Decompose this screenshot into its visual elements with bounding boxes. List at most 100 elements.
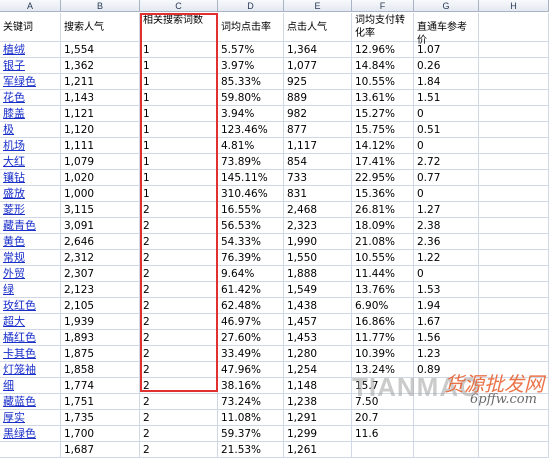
data-cell[interactable]: 2	[140, 394, 218, 410]
data-cell[interactable]	[479, 74, 549, 90]
keyword-cell[interactable]: 外贸	[0, 266, 61, 282]
data-cell[interactable]: 2	[140, 202, 218, 218]
data-cell[interactable]: 12.96%	[352, 42, 414, 58]
data-cell[interactable]: 27.60%	[218, 330, 284, 346]
data-cell[interactable]: 1.53	[414, 282, 479, 298]
keyword-cell[interactable]: 机场	[0, 138, 61, 154]
data-cell[interactable]: 0	[414, 138, 479, 154]
data-cell[interactable]: 0.26	[414, 58, 479, 74]
data-cell[interactable]: 21.53%	[218, 442, 284, 458]
keyword-cell[interactable]: 灯笼袖	[0, 362, 61, 378]
data-cell[interactable]: 1,774	[61, 378, 140, 394]
data-cell[interactable]: 3,115	[61, 202, 140, 218]
data-cell[interactable]: 310.46%	[218, 186, 284, 202]
keyword-cell[interactable]: 玫红色	[0, 298, 61, 314]
data-cell[interactable]: 733	[284, 170, 352, 186]
data-cell[interactable]: 2	[140, 330, 218, 346]
data-cell[interactable]: 3,091	[61, 218, 140, 234]
data-cell[interactable]: 1.27	[414, 202, 479, 218]
data-cell[interactable]: 1	[140, 138, 218, 154]
data-cell[interactable]: 1,148	[284, 378, 352, 394]
data-cell[interactable]: 16.55%	[218, 202, 284, 218]
data-cell[interactable]: 59.37%	[218, 426, 284, 442]
data-cell[interactable]: 10.39%	[352, 346, 414, 362]
data-cell[interactable]: 1	[140, 58, 218, 74]
data-cell[interactable]	[479, 346, 549, 362]
data-cell[interactable]: 145.11%	[218, 170, 284, 186]
header-cell[interactable]: 词均支付转化率	[352, 13, 414, 42]
data-cell[interactable]: 15.75%	[352, 122, 414, 138]
data-cell[interactable]: 0.51	[414, 122, 479, 138]
data-cell[interactable]: 2	[140, 314, 218, 330]
data-cell[interactable]	[479, 218, 549, 234]
data-cell[interactable]: 61.42%	[218, 282, 284, 298]
keyword-cell[interactable]: 常规	[0, 250, 61, 266]
data-cell[interactable]: 0	[414, 186, 479, 202]
data-cell[interactable]: 11.77%	[352, 330, 414, 346]
data-cell[interactable]: 11.44%	[352, 266, 414, 282]
data-cell[interactable]: 1	[140, 42, 218, 58]
data-cell[interactable]: 831	[284, 186, 352, 202]
keyword-cell[interactable]: 军绿色	[0, 74, 61, 90]
data-cell[interactable]: 13.61%	[352, 90, 414, 106]
data-cell[interactable]: 10.55%	[352, 250, 414, 266]
data-cell[interactable]: 1,893	[61, 330, 140, 346]
data-cell[interactable]: 1,554	[61, 42, 140, 58]
data-cell[interactable]: 33.49%	[218, 346, 284, 362]
data-cell[interactable]	[479, 90, 549, 106]
data-cell[interactable]: 2.72	[414, 154, 479, 170]
data-cell[interactable]	[352, 442, 414, 458]
keyword-cell[interactable]: 藏青色	[0, 218, 61, 234]
data-cell[interactable]: 9.64%	[218, 266, 284, 282]
data-cell[interactable]: 1	[140, 170, 218, 186]
data-cell[interactable]: 1,020	[61, 170, 140, 186]
data-cell[interactable]: 854	[284, 154, 352, 170]
data-cell[interactable]: 1,120	[61, 122, 140, 138]
data-cell[interactable]: 2	[140, 218, 218, 234]
data-cell[interactable]: 1,735	[61, 410, 140, 426]
data-cell[interactable]	[479, 138, 549, 154]
header-cell[interactable]: 搜索人气	[61, 13, 140, 42]
data-cell[interactable]: 1,687	[61, 442, 140, 458]
data-cell[interactable]: 877	[284, 122, 352, 138]
data-cell[interactable]: 1,438	[284, 298, 352, 314]
data-cell[interactable]: 2,646	[61, 234, 140, 250]
data-cell[interactable]: 1,280	[284, 346, 352, 362]
data-cell[interactable]: 4.81%	[218, 138, 284, 154]
data-cell[interactable]: 2	[140, 410, 218, 426]
data-cell[interactable]: 1	[140, 106, 218, 122]
column-letter-e[interactable]: E	[284, 0, 352, 12]
data-cell[interactable]	[479, 58, 549, 74]
data-cell[interactable]: 56.53%	[218, 218, 284, 234]
data-cell[interactable]: 1,000	[61, 186, 140, 202]
data-cell[interactable]	[479, 186, 549, 202]
data-cell[interactable]: 2	[140, 378, 218, 394]
data-cell[interactable]: 0	[414, 106, 479, 122]
data-cell[interactable]: 1,362	[61, 58, 140, 74]
data-cell[interactable]	[479, 202, 549, 218]
data-cell[interactable]: 73.24%	[218, 394, 284, 410]
data-cell[interactable]	[479, 42, 549, 58]
data-cell[interactable]	[479, 122, 549, 138]
data-cell[interactable]: 14.84%	[352, 58, 414, 74]
data-cell[interactable]: 2,312	[61, 250, 140, 266]
data-cell[interactable]: 3.97%	[218, 58, 284, 74]
data-cell[interactable]: 15.7	[352, 378, 414, 394]
data-cell[interactable]	[414, 410, 479, 426]
data-cell[interactable]: 123.46%	[218, 122, 284, 138]
keyword-cell[interactable]: 藏蓝色	[0, 394, 61, 410]
data-cell[interactable]: 1	[140, 90, 218, 106]
header-cell[interactable]: 关键词	[0, 13, 61, 42]
data-cell[interactable]: 2,307	[61, 266, 140, 282]
data-cell[interactable]: 26.81%	[352, 202, 414, 218]
data-cell[interactable]: 10.55%	[352, 74, 414, 90]
data-cell[interactable]: 1.56	[414, 330, 479, 346]
data-cell[interactable]: 1,143	[61, 90, 140, 106]
data-cell[interactable]: 54.33%	[218, 234, 284, 250]
data-cell[interactable]: 1	[140, 122, 218, 138]
header-cell[interactable]: 直通车参考价	[414, 13, 479, 46]
data-cell[interactable]	[479, 378, 549, 394]
data-cell[interactable]: 22.95%	[352, 170, 414, 186]
column-letter-h[interactable]: H	[479, 0, 549, 12]
data-cell[interactable]	[479, 410, 549, 426]
